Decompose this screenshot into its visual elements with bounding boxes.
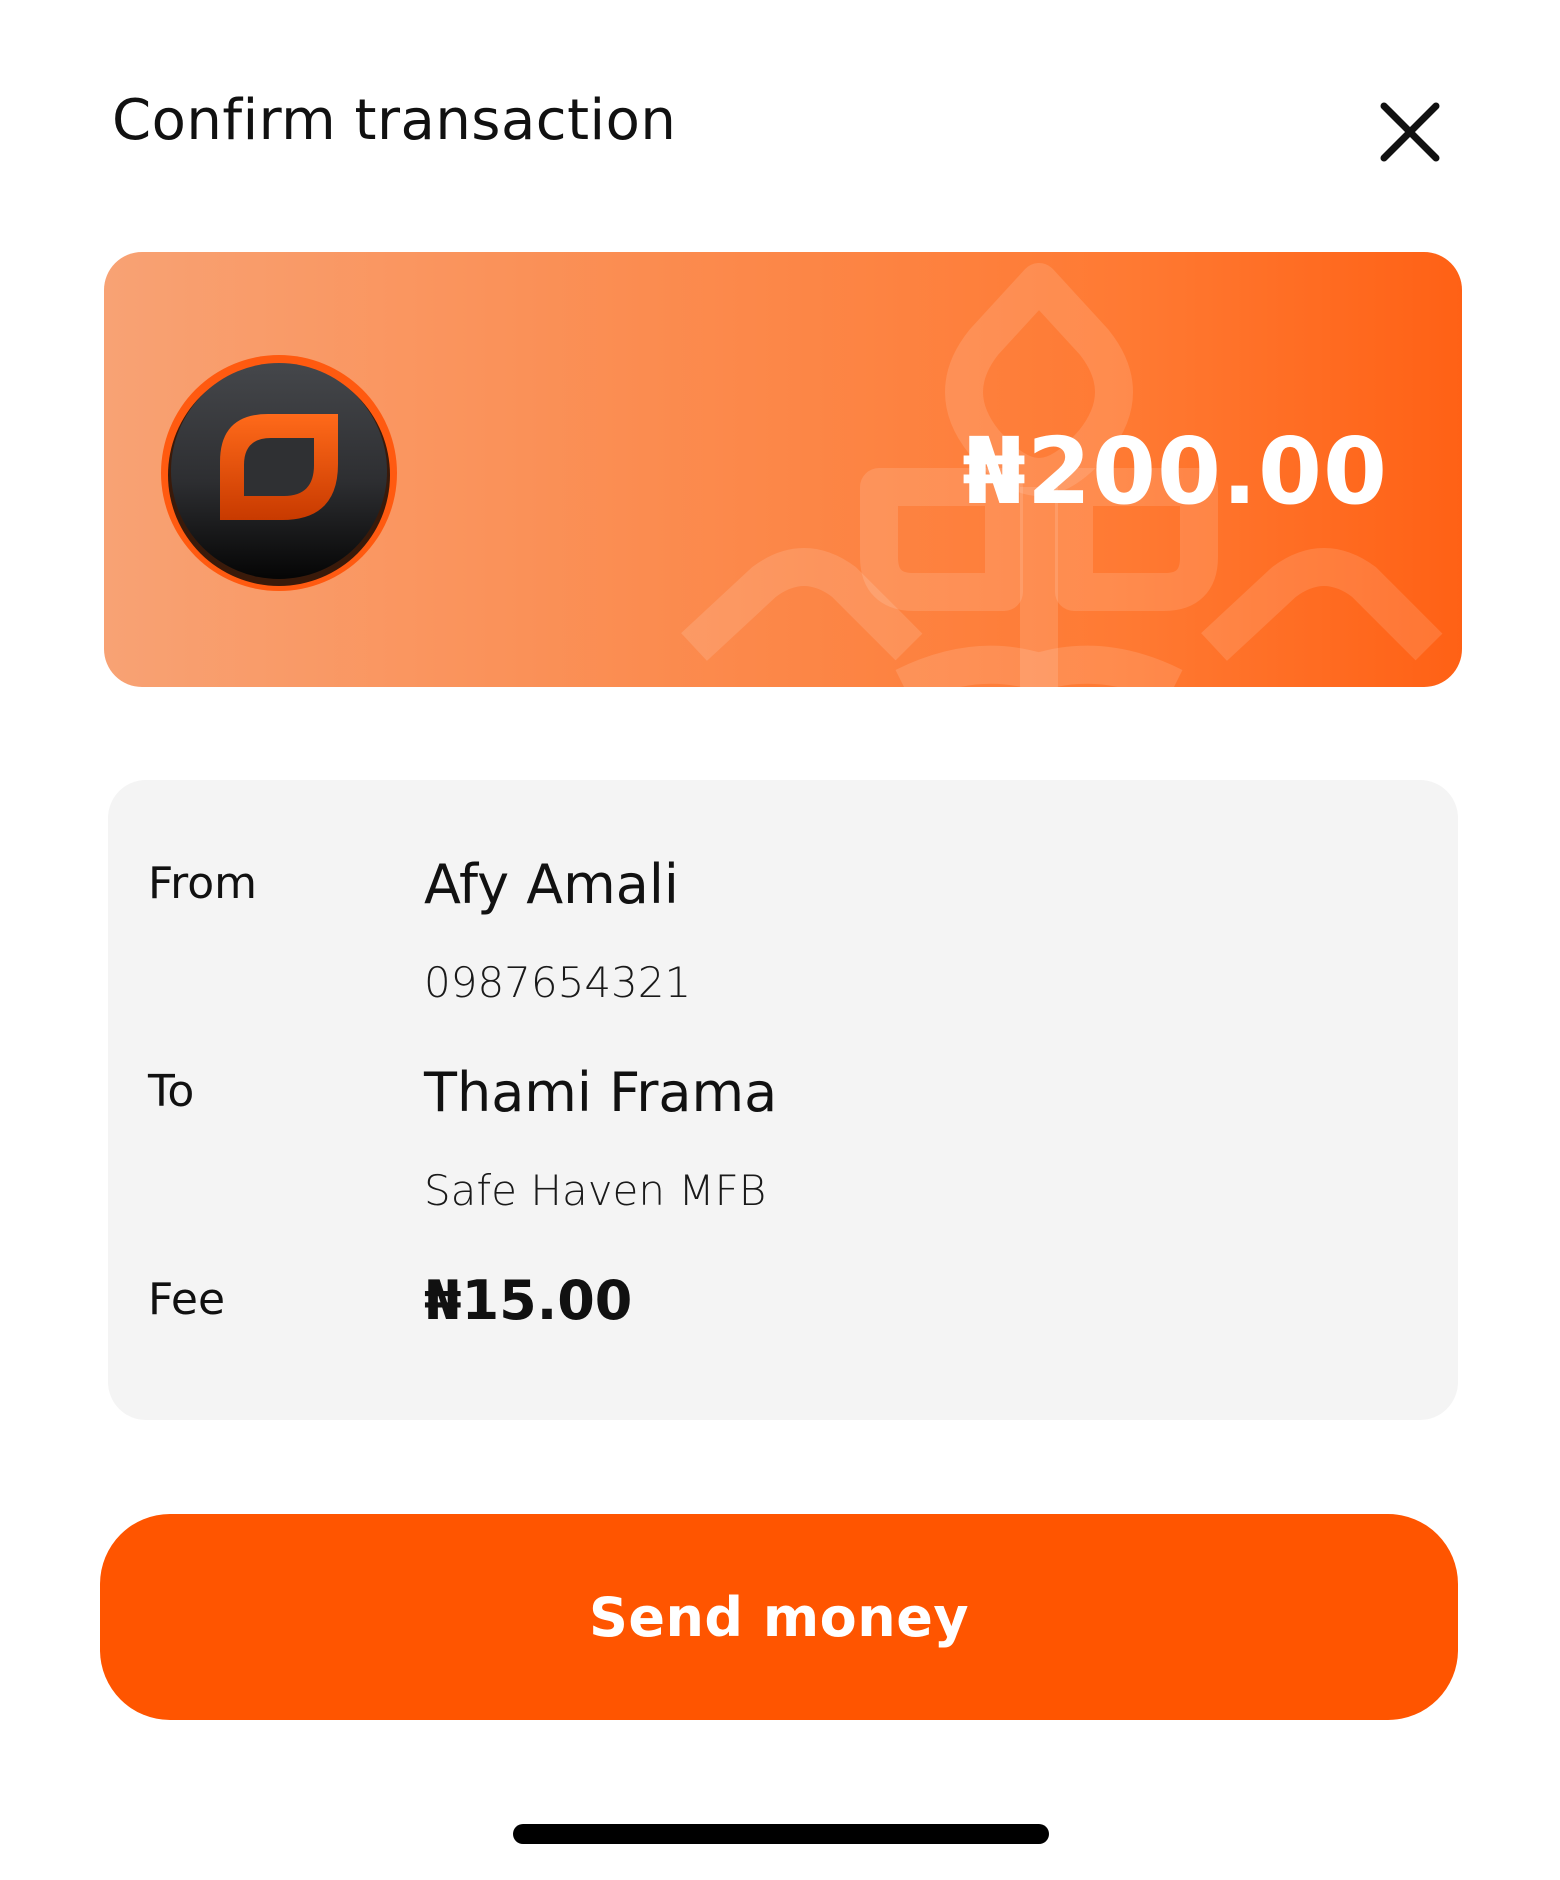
page-title: Confirm transaction	[112, 88, 677, 153]
sender-account-number: 0987654321	[424, 958, 692, 1007]
recipient-name: Thami Frama	[424, 1061, 778, 1124]
confirm-transaction-screen: Confirm transaction ₦200.00 From Afy Ama…	[0, 0, 1560, 1880]
close-button[interactable]	[1370, 92, 1450, 172]
home-indicator[interactable]	[513, 1824, 1049, 1844]
amount-card: ₦200.00	[104, 252, 1462, 687]
send-money-button[interactable]: Send money	[100, 1514, 1458, 1720]
fee-label: Fee	[148, 1274, 226, 1325]
transaction-details-card: From Afy Amali 0987654321 To Thami Frama…	[108, 780, 1458, 1420]
from-label: From	[148, 858, 258, 909]
wallet-logo-coin-icon	[158, 352, 400, 594]
transaction-amount: ₦200.00	[961, 418, 1388, 525]
fee-value: ₦15.00	[424, 1269, 633, 1332]
close-icon	[1380, 102, 1440, 162]
to-label: To	[148, 1066, 195, 1117]
sender-name: Afy Amali	[424, 853, 679, 916]
recipient-bank: Safe Haven MFB	[424, 1166, 767, 1215]
